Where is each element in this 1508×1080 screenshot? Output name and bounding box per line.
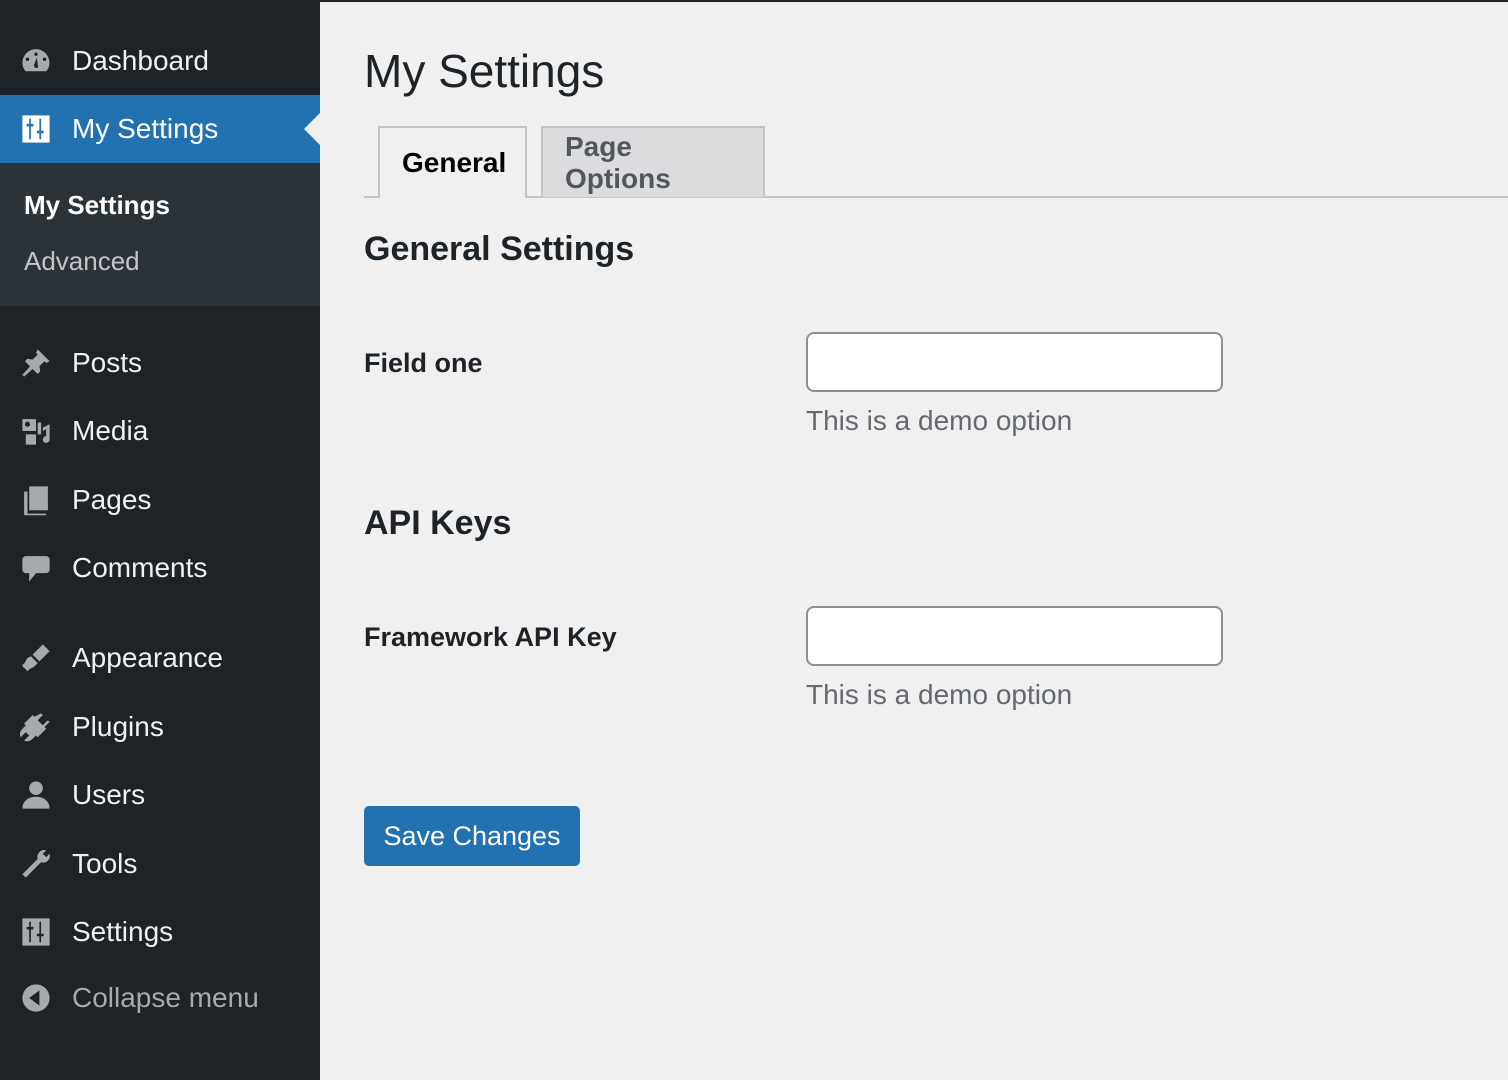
page-title: My Settings [364,45,605,97]
sidebar-item-settings[interactable]: Settings [0,898,320,966]
sidebar-item-label: Media [72,415,149,446]
sidebar-item-my-settings[interactable]: My Settings [0,95,320,163]
sidebar-item-plugins[interactable]: Plugins [0,693,320,761]
tabs-divider [364,196,1508,198]
sidebar-item-label: Plugins [72,711,164,742]
collapse-arrow-icon [18,980,54,1016]
sidebar-item-tools[interactable]: Tools [0,830,320,898]
comment-icon [18,550,54,586]
field-one-description: This is a demo option [806,405,1073,436]
media-icon [18,413,54,449]
main-content: My Settings General Page Options General… [320,0,1508,1080]
top-border [0,0,1508,2]
tab-label: General [402,147,507,178]
settings-sliders-icon [18,914,54,950]
submenu-item-my-settings[interactable]: My Settings [24,190,170,221]
pushpin-icon [18,345,54,381]
tab-page-options[interactable]: Page Options [541,126,765,197]
sidebar-item-label: Posts [72,347,143,378]
sidebar-item-pages[interactable]: Pages [0,466,320,534]
admin-sidebar: Dashboard My Settings My Settings Advanc… [0,0,320,1080]
dashboard-icon [18,43,54,79]
section-title-general: General Settings [364,230,635,268]
user-icon [18,777,54,813]
sidebar-item-label: Users [72,779,146,810]
plug-icon [18,709,54,745]
sidebar-item-dashboard[interactable]: Dashboard [0,27,320,95]
save-changes-button[interactable]: Save Changes [364,806,580,866]
sidebar-item-label: Tools [72,848,138,879]
sidebar-item-appearance[interactable]: Appearance [0,624,320,692]
framework-api-key-description: This is a demo option [806,679,1073,710]
framework-api-key-label: Framework API Key [364,622,617,652]
paintbrush-icon [18,640,54,676]
tab-general[interactable]: General [378,126,527,198]
sidebar-submenu: My Settings Advanced [0,163,320,306]
sidebar-item-label: Settings [72,916,174,947]
wrench-icon [18,846,54,882]
sidebar-item-label: My Settings [72,113,219,144]
sidebar-item-comments[interactable]: Comments [0,534,320,602]
submenu-item-advanced[interactable]: Advanced [24,246,140,277]
collapse-menu-button[interactable]: Collapse menu [0,964,320,1032]
field-one-label: Field one [364,348,483,378]
sidebar-item-label: Dashboard [72,45,209,76]
settings-sliders-icon [18,111,54,147]
section-title-api-keys: API Keys [364,504,512,542]
sidebar-item-label: Collapse menu [72,982,259,1013]
sidebar-item-label: Comments [72,552,208,583]
sidebar-item-media[interactable]: Media [0,397,320,465]
pages-icon [18,482,54,518]
sidebar-item-label: Appearance [72,642,224,673]
sidebar-item-posts[interactable]: Posts [0,329,320,397]
sidebar-item-label: Pages [72,484,152,515]
tab-label: Page Options [565,130,671,194]
field-one-input[interactable] [806,332,1223,392]
sidebar-item-users[interactable]: Users [0,761,320,829]
framework-api-key-input[interactable] [806,606,1223,666]
